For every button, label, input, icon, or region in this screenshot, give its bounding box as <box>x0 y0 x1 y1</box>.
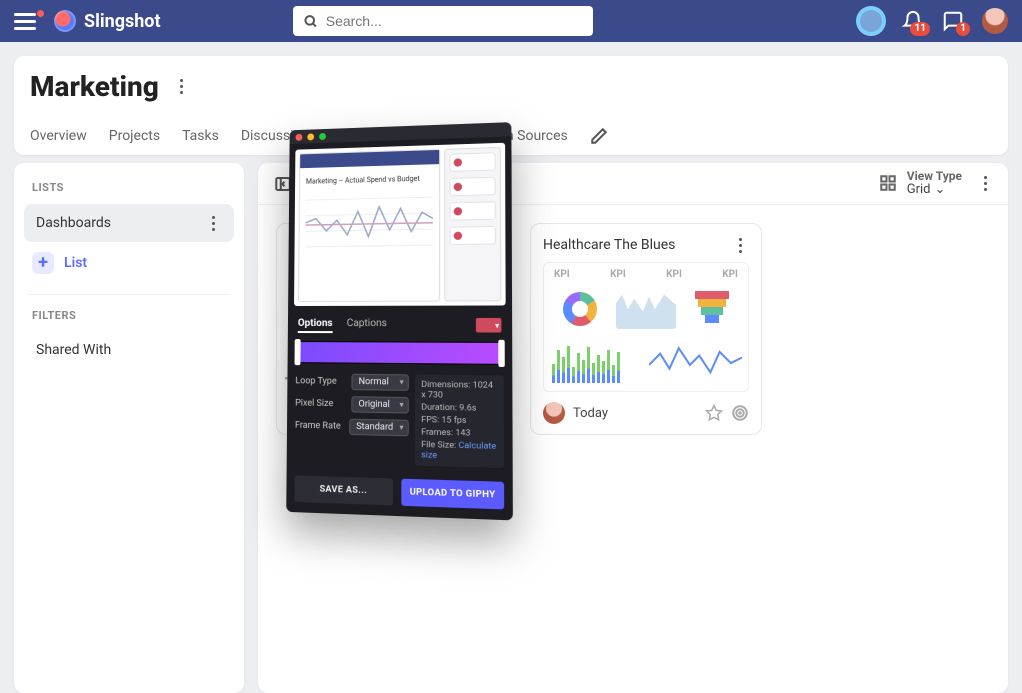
notifications-badge: 11 <box>910 22 929 36</box>
notifications-button[interactable]: 11 <box>902 10 924 32</box>
frame-rate-label: Frame Rate <box>295 421 341 432</box>
app-name: Slingshot <box>84 11 161 32</box>
card-more-button[interactable] <box>731 236 749 254</box>
star-icon[interactable] <box>705 404 723 422</box>
pixel-size-label: Pixel Size <box>295 398 333 409</box>
loop-type-select[interactable]: Normal <box>351 374 408 391</box>
gif-export-window[interactable]: Marketing – Actual Spend vs Budget Optio… <box>286 122 513 520</box>
area-chart-icon <box>616 286 676 329</box>
sidebar: LISTS Dashboards + List FILTERS Shared W… <box>14 163 244 693</box>
sidebar-divider <box>28 294 230 295</box>
tab-overview[interactable]: Overview <box>30 118 87 154</box>
line-chart-icon <box>649 335 742 386</box>
traffic-light-close-icon[interactable] <box>295 133 302 140</box>
view-type-label: View Type <box>907 170 962 183</box>
menu-button[interactable] <box>14 8 40 34</box>
export-metadata: Dimensions: 1024 x 730 Duration: 9.6s FP… <box>415 374 504 468</box>
app-logo-icon <box>54 10 76 32</box>
tab-options[interactable]: Options <box>298 318 333 333</box>
dashboard-card[interactable]: Healthcare The Blues KPI KPI KPI KPI <box>530 223 762 435</box>
card-timestamp: Today <box>573 406 608 421</box>
brand: Slingshot <box>54 10 161 32</box>
funnel-chart-icon <box>682 286 742 329</box>
traffic-light-zoom-icon[interactable] <box>319 132 326 139</box>
tab-tasks[interactable]: Tasks <box>182 118 219 154</box>
lists-header: LISTS <box>24 177 234 204</box>
save-as-button[interactable]: SAVE AS... <box>294 475 393 505</box>
card-title: Healthcare The Blues <box>543 237 675 253</box>
timeline-handle-left[interactable] <box>295 339 301 365</box>
messages-button[interactable]: 1 <box>942 10 964 32</box>
timeline-handle-right[interactable] <box>498 340 505 367</box>
kpi-label: KPI <box>554 269 570 280</box>
plus-icon: + <box>32 252 54 274</box>
record-dropdown[interactable] <box>476 318 502 333</box>
donut-chart-icon <box>550 286 610 329</box>
user-avatar[interactable] <box>982 8 1008 34</box>
add-list-label: List <box>64 255 87 271</box>
search-box[interactable] <box>293 6 593 36</box>
search-input[interactable] <box>326 13 583 29</box>
recording-preview: Marketing – Actual Spend vs Budget <box>294 143 506 306</box>
preview-line-chart-icon <box>305 187 433 263</box>
menu-notification-dot <box>37 10 44 17</box>
traffic-light-minimize-icon[interactable] <box>307 133 314 140</box>
top-bar: Slingshot 11 1 <box>0 0 1022 42</box>
card-thumbnail: KPI KPI KPI KPI <box>543 262 749 392</box>
timeline-scrubber[interactable] <box>296 341 504 365</box>
sidebar-item-dashboards[interactable]: Dashboards <box>24 204 234 242</box>
page-title: Marketing <box>30 70 159 103</box>
chevron-down-icon: ⌄ <box>935 183 946 197</box>
target-icon[interactable] <box>731 404 749 422</box>
loop-type-label: Loop Type <box>295 376 336 387</box>
bar-chart-icon <box>550 335 643 386</box>
sidebar-item-label: Dashboards <box>36 215 111 231</box>
search-icon <box>303 13 318 29</box>
view-type-selector[interactable]: View Type Grid⌄ <box>879 170 962 197</box>
sidebar-item-shared-with[interactable]: Shared With <box>24 332 234 368</box>
assistant-avatar-icon[interactable] <box>858 8 884 34</box>
messages-badge: 1 <box>956 22 970 36</box>
edit-tabs-icon[interactable] <box>590 127 608 145</box>
tab-projects[interactable]: Projects <box>109 118 160 154</box>
kpi-label: KPI <box>722 269 738 280</box>
grid-icon <box>879 174 897 192</box>
card-author-avatar <box>543 402 565 424</box>
filters-header: FILTERS <box>24 305 234 332</box>
page-more-button[interactable] <box>173 78 191 96</box>
tab-captions[interactable]: Captions <box>347 318 387 333</box>
preview-chart-title: Marketing – Actual Spend vs Budget <box>306 174 433 185</box>
kpi-label: KPI <box>666 269 682 280</box>
kpi-label: KPI <box>610 269 626 280</box>
frame-rate-select[interactable]: Standard <box>349 419 409 437</box>
sidebar-item-more[interactable] <box>204 214 222 232</box>
add-list-button[interactable]: + List <box>24 242 234 284</box>
content-more-button[interactable] <box>976 174 994 192</box>
view-type-value: Grid⌄ <box>907 183 962 197</box>
upload-to-giphy-button[interactable]: UPLOAD TO GIPHY <box>401 479 504 510</box>
pixel-size-select[interactable]: Original <box>351 396 409 413</box>
